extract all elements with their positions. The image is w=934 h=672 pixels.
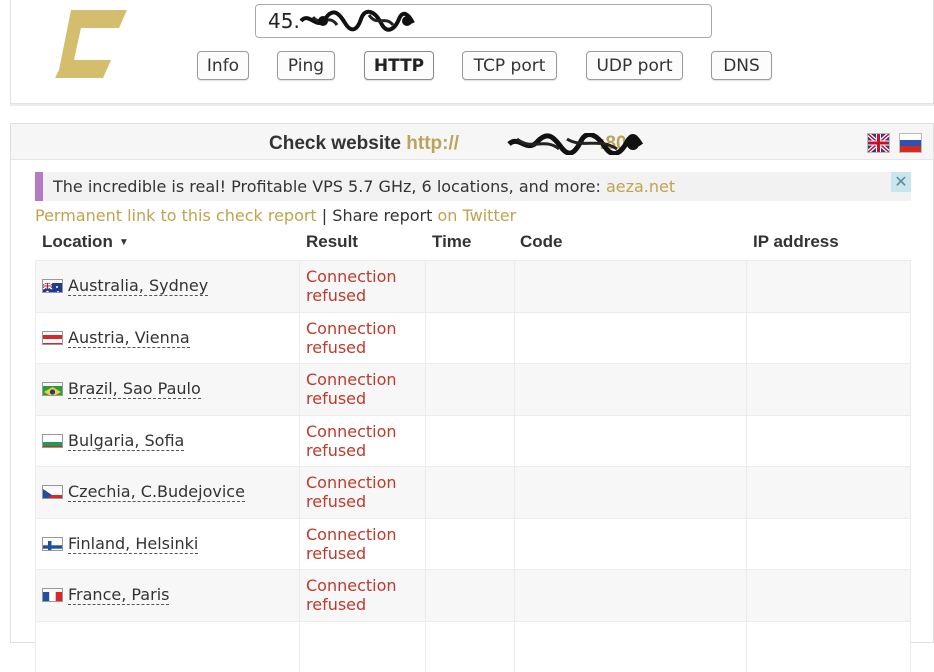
bulgaria-flag-icon xyxy=(42,434,63,448)
time-cell xyxy=(425,467,514,518)
finland-flag-icon xyxy=(42,537,63,551)
column-result: Result xyxy=(306,232,358,252)
australia-flag-icon xyxy=(42,279,63,293)
code-cell xyxy=(514,313,746,364)
time-cell xyxy=(425,313,514,364)
ip-cell xyxy=(746,467,911,518)
table-row: France, Paris Connectionrefused xyxy=(35,569,911,621)
code-cell xyxy=(514,416,746,467)
column-code: Code xyxy=(520,232,563,252)
code-cell xyxy=(514,570,746,621)
ad-text: The incredible is real! Profitable VPS 5… xyxy=(53,177,675,196)
english-flag-icon[interactable] xyxy=(867,133,890,153)
tool-tcp-port-button[interactable]: TCP port xyxy=(462,51,557,80)
close-icon[interactable]: ✕ xyxy=(891,172,911,192)
result-status: Connectionrefused xyxy=(306,422,397,460)
redaction-scribble xyxy=(299,9,415,33)
ip-cell xyxy=(746,570,911,621)
czechia-flag-icon xyxy=(42,485,63,499)
ip-cell xyxy=(746,416,911,467)
ip-cell xyxy=(746,519,911,570)
tool-http-button[interactable]: HTTP xyxy=(364,51,434,80)
austria-flag-icon xyxy=(42,331,63,345)
check-report-panel: Check website http://:80 xyxy=(10,123,934,643)
ad-banner: The incredible is real! Profitable VPS 5… xyxy=(35,172,911,201)
code-cell xyxy=(514,261,746,312)
result-status: Connectionrefused xyxy=(306,267,397,305)
time-cell xyxy=(425,364,514,415)
site-logo[interactable] xyxy=(55,10,127,78)
ip-cell xyxy=(746,364,911,415)
location-link[interactable]: Czechia, C.Budejovice xyxy=(68,483,245,502)
table-row: Brazil, Sao Paulo Connectionrefused xyxy=(35,363,911,415)
result-status: Connectionrefused xyxy=(306,473,397,511)
panel-header: Check website http://:80 xyxy=(11,124,933,160)
result-status: Connectionrefused xyxy=(306,319,397,357)
check-title-prefix: Check website xyxy=(269,133,401,154)
time-cell xyxy=(425,261,514,312)
location-link[interactable]: Bulgaria, Sofia xyxy=(68,432,184,451)
ip-cell xyxy=(746,261,911,312)
location-link[interactable]: Austria, Vienna xyxy=(68,329,190,348)
table-row: Czechia, C.Budejovice Connectionrefused xyxy=(35,466,911,518)
code-cell xyxy=(514,467,746,518)
russian-flag-icon[interactable] xyxy=(899,133,922,153)
location-link[interactable]: France, Paris xyxy=(68,586,169,605)
share-label: Share report xyxy=(332,206,432,225)
links-separator: | xyxy=(322,206,327,225)
code-cell xyxy=(514,364,746,415)
time-cell xyxy=(425,416,514,467)
ad-link[interactable]: aeza.net xyxy=(606,177,675,196)
column-time: Time xyxy=(432,232,471,252)
location-link[interactable]: Finland, Helsinki xyxy=(68,535,198,554)
sort-down-icon[interactable]: ▼ xyxy=(119,237,129,248)
location-link[interactable]: Australia, Sydney xyxy=(68,277,208,296)
france-flag-icon xyxy=(42,588,63,602)
location-link[interactable]: Brazil, Sao Paulo xyxy=(68,380,201,399)
tool-udp-port-button[interactable]: UDP port xyxy=(586,51,683,80)
time-cell xyxy=(425,519,514,570)
column-location[interactable]: Location▼ xyxy=(42,232,129,252)
table-row: Australia, Sydney Connectionrefused xyxy=(35,260,911,312)
report-links: Permanent link to this check report | Sh… xyxy=(35,206,516,225)
top-panel: Info Ping HTTP TCP port UDP port DNS xyxy=(10,0,934,104)
column-ip-address: IP address xyxy=(753,232,839,252)
code-cell xyxy=(514,519,746,570)
tool-info-button[interactable]: Info xyxy=(197,51,249,80)
result-status: Connectionrefused xyxy=(306,370,397,408)
table-row xyxy=(35,621,911,672)
tool-dns-button[interactable]: DNS xyxy=(711,51,772,80)
permanent-link[interactable]: Permanent link to this check report xyxy=(35,206,317,225)
url-redaction-scribble xyxy=(507,133,643,155)
tool-ping-button[interactable]: Ping xyxy=(277,51,335,80)
table-row: Austria, Vienna Connectionrefused xyxy=(35,312,911,364)
result-status: Connectionrefused xyxy=(306,525,397,563)
twitter-link[interactable]: on Twitter xyxy=(438,206,517,225)
time-cell xyxy=(425,570,514,621)
table-row: Finland, Helsinki Connectionrefused xyxy=(35,518,911,570)
brazil-flag-icon xyxy=(42,382,63,396)
results-table: Australia, Sydney Connectionrefused Aust xyxy=(35,260,911,672)
ip-cell xyxy=(746,313,911,364)
result-status: Connectionrefused xyxy=(306,576,397,614)
table-row: Bulgaria, Sofia Connectionrefused xyxy=(35,415,911,467)
